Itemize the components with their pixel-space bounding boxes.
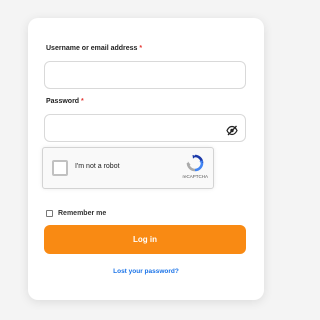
password-label: Password * — [46, 98, 84, 105]
username-label-text: Username or email address — [46, 45, 138, 52]
remember-me-checkbox[interactable] — [46, 209, 53, 217]
login-card: Username or email address * Password * I… — [28, 18, 264, 300]
eye-slash-icon[interactable] — [226, 123, 238, 136]
username-required-mark: * — [139, 45, 143, 52]
recaptcha-logo-icon — [186, 154, 204, 172]
password-required-mark: * — [81, 98, 84, 105]
password-input[interactable] — [45, 115, 245, 141]
username-label: Username or email address * — [46, 45, 142, 52]
username-input[interactable] — [45, 62, 245, 88]
recaptcha-widget: I'm not a robot reCAPTCHA — [42, 147, 214, 189]
login-button[interactable]: Log in — [44, 225, 246, 254]
lost-password-link[interactable]: Lost your password? — [28, 268, 264, 275]
remember-me-label: Remember me — [58, 209, 107, 217]
recaptcha-label: I'm not a robot — [75, 163, 120, 170]
username-field[interactable] — [44, 61, 246, 89]
remember-me[interactable]: Remember me — [46, 208, 106, 218]
recaptcha-brand: reCAPTCHA — [182, 174, 208, 179]
password-label-text: Password — [46, 98, 80, 105]
password-field[interactable] — [44, 114, 246, 142]
recaptcha-checkbox[interactable] — [52, 160, 68, 176]
